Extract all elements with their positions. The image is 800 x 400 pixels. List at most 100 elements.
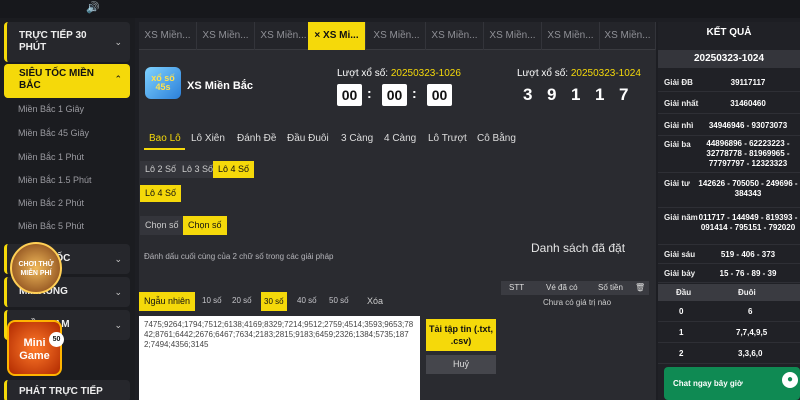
promo-label: CHƠI THỬ MIỄN PHÍ [18,261,54,277]
speaker-icon[interactable]: 🔊 [86,1,100,15]
random-40-option[interactable]: 40 số [297,296,317,305]
main-panel: XS Miền... XS Miền... XS Miền... × XS Mi… [139,22,656,400]
tab-game-5[interactable]: XS Miền... [368,22,426,50]
countdown-draw-id: 20250323-1026 [390,68,461,79]
sidebar-item-mb-1p[interactable]: Miền Bắc 1 Phút [18,152,84,162]
countdown-separator: : [367,85,372,101]
head-tail-row: 1 7,7,4,9,5 [658,323,800,343]
prize-row: Giải tư 142626 - 705050 - 249696 - 38434… [658,174,800,208]
top-bar: 🔊 [0,0,800,18]
chip-lo-2-so[interactable]: Lô 2 Số [140,161,182,178]
sidebar-item-mb-45s[interactable]: Miền Bắc 45 Giây [18,128,89,138]
cancel-button[interactable]: Huỷ [426,355,496,374]
prize-name: Giải năm [664,213,698,222]
prize-name: Giải tư [664,179,690,188]
prize-name: Giải nhất [664,99,699,108]
tab-4-cang[interactable]: 4 Càng [384,133,416,144]
result-digit: 9 [547,85,557,104]
tab-game-active[interactable]: × XS Mi... [308,22,366,50]
prize-value: 15 - 76 - 89 - 39 [719,269,777,278]
sidebar-item-mb-5p[interactable]: Miền Bắc 5 Phút [18,221,84,231]
chevron-up-icon: ⌃ [114,74,122,84]
tab-lo-xien[interactable]: Lô Xiên [191,133,225,144]
bet-list-title: Danh sách đã đặt [531,241,626,255]
tab-game-6[interactable]: XS Miền... [426,22,484,50]
chip-lo-4-so[interactable]: Lô 4 Số [213,161,255,178]
game-logo: xổ số 45s [145,67,181,99]
chevron-down-icon: ⌄ [114,254,122,264]
head-value: 0 [679,307,684,316]
prize-name: Giải nhì [664,121,694,130]
sidebar-group-truc-tiep-30[interactable]: TRỰC TIẾP 30 PHÚT ⌄ [4,22,130,62]
prize-row: Giải ĐB 39117117 [658,72,800,92]
prize-row: Giải ba 44896896 - 62223223 - 32778778 -… [658,137,800,173]
head-value: 1 [679,328,684,337]
prize-value: 39117117 [730,78,766,87]
game-logo-text: xổ số 45s [151,73,175,92]
tab-game-8[interactable]: XS Miền... [542,22,600,50]
tail-value: 3,3,6,0 [738,349,763,358]
tab-danh-de[interactable]: Đánh Đề [237,133,276,144]
chat-label: Chat ngay bây giờ [673,379,743,388]
trash-icon[interactable]: 🗑 [635,283,645,292]
upload-file-button[interactable]: Tải tập tin (.txt, .csv) [426,319,496,351]
random-50-option[interactable]: 50 số [329,296,349,305]
tab-co-bang[interactable]: Cô Bằng [477,133,516,144]
chip-lo-4-so-2[interactable]: Lô 4 Số [140,185,182,202]
countdown-label: Lượt xổ số: 20250323-1026 [337,68,461,79]
result-digit: 1 [571,85,581,104]
sidebar-group-label: PHÁT TRỰC TIẾP [19,386,103,397]
results-draw-selector[interactable]: 20250323-1024 [658,50,800,68]
head-value: 2 [679,349,684,358]
promo-play-free-badge[interactable]: CHƠI THỬ MIỄN PHÍ [10,242,62,294]
random-button[interactable]: Ngẫu nhiên [139,292,195,311]
col-duoi: Đuôi [738,288,756,297]
sidebar-group-phat-truc-tiep[interactable]: PHÁT TRỰC TIẾP [4,380,130,400]
head-tail-header: Đầu Đuôi [658,284,800,301]
tail-value: 7,7,4,9,5 [736,328,768,337]
prize-row: Giải năm 011717 - 144949 - 819393 - 0914… [658,209,800,245]
chevron-down-icon: ⌄ [114,320,122,330]
choose-number-button[interactable]: Chọn số [140,216,184,235]
random-30-option[interactable]: 30 số [261,292,287,311]
prize-value: 34946946 - 93073073 [708,121,788,130]
prize-row: Giải nhì 34946946 - 93073073 [658,115,800,136]
random-20-option[interactable]: 20 số [232,296,252,305]
tab-bao-lo[interactable]: Bao Lô [149,133,181,144]
tab-game-9[interactable]: XS Miền... [600,22,656,50]
col-ticket: Vé đã có [546,283,578,292]
prize-value: 011717 - 144949 - 819393 - 091414 - 7951… [698,213,798,232]
close-icon[interactable]: × [314,30,320,41]
clear-button[interactable]: Xóa [367,296,383,306]
mini-game-button[interactable]: Mini Game [7,320,62,376]
sidebar-item-mb-2p[interactable]: Miền Bắc 2 Phút [18,198,84,208]
numbers-textarea[interactable]: 7475;9264;1794;7512;6138;4169;8329;7214;… [139,316,420,400]
tab-game-1[interactable]: XS Miền... [139,22,197,50]
tab-game-3[interactable]: XS Miền... [255,22,313,50]
head-tail-row: 2 3,3,6,0 [658,344,800,364]
sidebar-group-sieu-toc-mien-bac[interactable]: SIÊU TỐC MIỀN BẮC ⌃ [4,64,130,98]
sidebar-item-mb-1s[interactable]: Miền Bắc 1 Giây [18,104,84,114]
game-tabs: XS Miền... XS Miền... XS Miền... × XS Mi… [139,22,656,50]
result-label-text: Lượt xổ số: [517,68,569,79]
sidebar-item-mb-1-5p[interactable]: Miền Bắc 1.5 Phút [18,175,92,185]
chat-now-button[interactable]: Chat ngay bây giờ ● [664,367,800,400]
choose-number-button-active[interactable]: Chọn số [183,216,227,235]
instruction-text: Đánh dấu cuối cùng của 2 chữ số trong cá… [144,252,334,261]
tab-game-2[interactable]: XS Miền... [197,22,255,50]
tab-3-cang[interactable]: 3 Càng [341,133,373,144]
tab-game-7[interactable]: XS Miền... [484,22,542,50]
random-10-option[interactable]: 10 số [202,296,222,305]
prize-name: Giải sáu [664,250,696,259]
prize-name: Giải ĐB [664,78,693,87]
tab-lo-truot[interactable]: Lô Trượt [428,133,467,144]
chat-icon: ● [782,372,798,388]
prize-row: Giải nhất 31460460 [658,93,800,114]
results-panel: KẾT QUẢ 20250323-1024 Giải ĐB 39117117 G… [658,22,800,400]
col-amount: Số tiền [598,283,623,292]
chip-lo-3-so[interactable]: Lô 3 Số [177,161,219,178]
prize-row: Giải sáu 519 - 406 - 373 [658,246,800,264]
sidebar-group-label: TRỰC TIẾP 30 PHÚT [19,30,87,53]
tab-dau-duoi[interactable]: Đầu Đuôi [287,133,329,144]
active-tab-underline [144,148,185,150]
